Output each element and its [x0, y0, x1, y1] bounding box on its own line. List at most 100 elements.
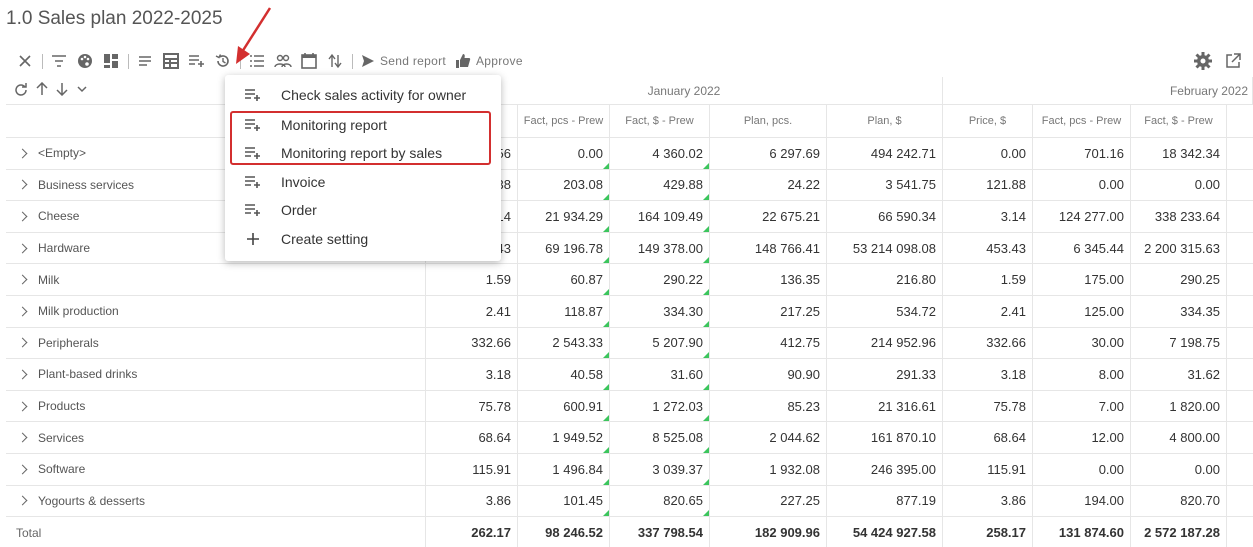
table-cell[interactable]: 69 196.78	[518, 232, 610, 264]
table-cell[interactable]: 124 277.00	[1033, 201, 1131, 232]
table-cell[interactable]: 12.00	[1033, 422, 1131, 453]
table-row[interactable]: Peripherals 332.66 2 543.33 5 207.90 412.75 2…	[6, 327, 1253, 360]
table-row[interactable]: Services 68.64 1 949.52 8 525.08 2 044.62 161…	[6, 422, 1253, 454]
row-name-cell[interactable]: Yogourts & desserts	[6, 485, 426, 517]
table-cell[interactable]: 2 044.62	[710, 422, 827, 453]
table-cell[interactable]: 2 200 315.63	[1131, 232, 1227, 264]
menu-item-check-sales-activity[interactable]: Check sales activity for owner	[225, 81, 501, 109]
table-cell[interactable]: 3.14	[943, 201, 1033, 232]
table-cell[interactable]: 2.41	[426, 296, 518, 327]
column-header[interactable]: Plan, pcs.	[710, 105, 827, 137]
row-name-cell[interactable]: Milk	[6, 264, 426, 295]
table-cell[interactable]: 203.08	[518, 169, 610, 201]
row-name-cell[interactable]: Software	[6, 454, 426, 485]
table-cell[interactable]: 494 242.71	[827, 138, 943, 169]
table-cell[interactable]: 3.86	[426, 485, 518, 517]
table-cell[interactable]: 136.35	[710, 264, 827, 295]
table-row[interactable]: <Empty> 56 0.00 4 360.02 6 297.69 494 242.71 0…	[6, 138, 1253, 170]
table-cell[interactable]: 60.87	[518, 264, 610, 295]
table-cell[interactable]: 214 952.96	[827, 327, 943, 359]
approve-button[interactable]: Approve	[476, 46, 523, 76]
gear-icon[interactable]	[1192, 46, 1214, 76]
table-row[interactable]: Milk production 2.41 118.87 334.30 217.25 534…	[6, 296, 1253, 328]
chevron-right-icon[interactable]	[17, 306, 28, 317]
chevron-right-icon[interactable]	[17, 179, 28, 190]
table-cell[interactable]: 68.64	[943, 422, 1033, 453]
chevron-right-icon[interactable]	[17, 148, 28, 159]
row-name-cell[interactable]: Peripherals	[6, 327, 426, 359]
table-cell[interactable]: 334.30	[610, 296, 710, 327]
table-cell[interactable]: 227.25	[710, 485, 827, 517]
table-cell[interactable]: 216.80	[827, 264, 943, 295]
send-icon[interactable]	[358, 46, 378, 76]
table-cell[interactable]: 6 297.69	[710, 138, 827, 169]
table-cell[interactable]: 3 541.75	[827, 169, 943, 201]
column-header[interactable]: Fact, $ - Prew	[1131, 105, 1227, 137]
chevron-right-icon[interactable]	[17, 464, 28, 475]
table-cell[interactable]: 21 934.29	[518, 201, 610, 232]
table-cell[interactable]: 258.17	[943, 517, 1033, 547]
table-cell[interactable]: 54 424 927.58	[827, 517, 943, 547]
menu-item-invoice[interactable]: Invoice	[225, 168, 501, 196]
table-cell[interactable]: 290.25	[1131, 264, 1227, 295]
menu-item-order[interactable]: Order	[225, 196, 501, 224]
table-cell[interactable]: 90.90	[710, 359, 827, 390]
table-row[interactable]: Business services 38 203.08 429.88 24.22 3 54…	[6, 169, 1253, 202]
table-cell[interactable]: 40.58	[518, 359, 610, 390]
table-cell[interactable]: 1 949.52	[518, 422, 610, 453]
table-cell[interactable]: 0.00	[1131, 454, 1227, 485]
table-cell[interactable]: 820.65	[610, 485, 710, 517]
table-cell[interactable]: 0.00	[1033, 169, 1131, 201]
table-cell[interactable]: 164 109.49	[610, 201, 710, 232]
grid-icon[interactable]	[160, 46, 182, 76]
table-cell[interactable]: 534.72	[827, 296, 943, 327]
table-cell[interactable]: 21 316.61	[827, 390, 943, 422]
close-icon[interactable]	[14, 46, 36, 76]
chevron-right-icon[interactable]	[17, 495, 28, 506]
table-cell[interactable]: 0.00	[1033, 454, 1131, 485]
row-name-cell[interactable]: Total	[6, 517, 426, 547]
table-cell[interactable]: 820.70	[1131, 485, 1227, 517]
table-cell[interactable]: 246 395.00	[827, 454, 943, 485]
table-cell[interactable]: 262.17	[426, 517, 518, 547]
table-cell[interactable]: 290.22	[610, 264, 710, 295]
arrow-up-icon[interactable]	[36, 81, 48, 99]
chevron-right-icon[interactable]	[17, 401, 28, 412]
calendar-icon[interactable]	[298, 46, 320, 76]
table-cell[interactable]: 98 246.52	[518, 517, 610, 547]
table-row[interactable]: Cheese 14 21 934.29 164 109.49 22 675.21 66 5…	[6, 201, 1253, 233]
table-cell[interactable]: 75.78	[943, 390, 1033, 422]
table-cell[interactable]: 101.45	[518, 485, 610, 517]
table-cell[interactable]: 338 233.64	[1131, 201, 1227, 232]
table-cell[interactable]: 66 590.34	[827, 201, 943, 232]
table-cell[interactable]: 18 342.34	[1131, 138, 1227, 169]
table-cell[interactable]: 115.91	[426, 454, 518, 485]
row-name-cell[interactable]: Plant-based drinks	[6, 359, 426, 390]
column-header[interactable]: Plan, $	[827, 105, 943, 137]
row-name-cell[interactable]: Services	[6, 422, 426, 453]
column-header[interactable]: Fact, $ - Prew	[610, 105, 710, 137]
table-cell[interactable]: 182 909.96	[710, 517, 827, 547]
refresh-icon[interactable]	[14, 82, 28, 99]
row-name-cell[interactable]: Milk production	[6, 296, 426, 327]
chevron-right-icon[interactable]	[17, 243, 28, 254]
table-cell[interactable]: 701.16	[1033, 138, 1131, 169]
table-cell[interactable]: 0.00	[518, 138, 610, 169]
table-cell[interactable]: 332.66	[943, 327, 1033, 359]
add-report-icon[interactable]	[186, 46, 208, 76]
column-header[interactable]: Fact, pcs - Prew	[1033, 105, 1131, 137]
table-cell[interactable]: 7.00	[1033, 390, 1131, 422]
table-cell[interactable]: 4 360.02	[610, 138, 710, 169]
table-cell[interactable]: 5 207.90	[610, 327, 710, 359]
table-cell[interactable]: 3 039.37	[610, 454, 710, 485]
table-cell[interactable]: 118.87	[518, 296, 610, 327]
table-cell[interactable]: 194.00	[1033, 485, 1131, 517]
chevron-right-icon[interactable]	[17, 369, 28, 380]
table-cell[interactable]: 30.00	[1033, 327, 1131, 359]
table-cell[interactable]: 175.00	[1033, 264, 1131, 295]
table-cell[interactable]: 2 543.33	[518, 327, 610, 359]
rows-icon[interactable]	[134, 46, 156, 76]
table-cell[interactable]: 1 272.03	[610, 390, 710, 422]
table-cell[interactable]: 148 766.41	[710, 232, 827, 264]
layout-icon[interactable]	[100, 46, 122, 76]
